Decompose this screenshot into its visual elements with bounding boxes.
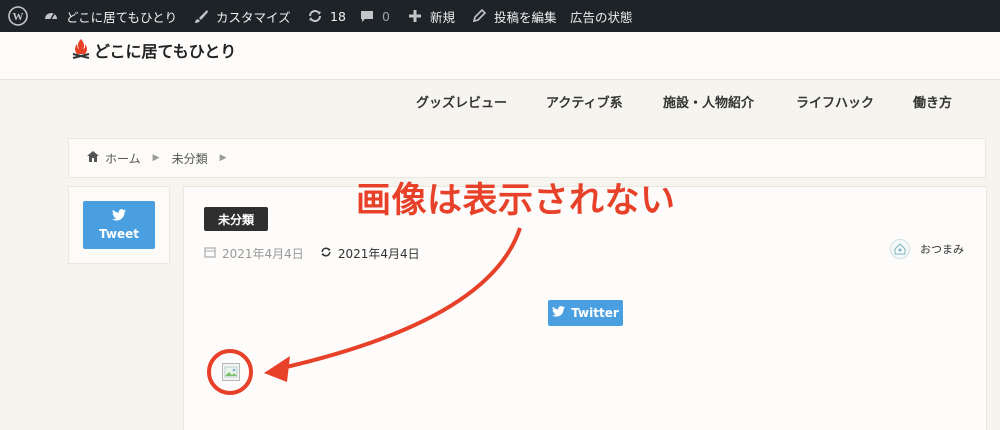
campfire-icon	[70, 37, 92, 63]
updated-date: 2021年4月4日	[337, 247, 420, 261]
comments-count: 0	[382, 8, 390, 24]
twitter-bird-icon	[552, 306, 566, 320]
brush-icon	[192, 7, 210, 25]
annotation-text: 画像は表示されない	[356, 181, 676, 221]
breadcrumb-home[interactable]: ホーム	[105, 150, 141, 167]
edit-post-label: 投稿を編集	[494, 9, 557, 25]
nav-item-lifehack[interactable]: ライフハック	[796, 92, 874, 111]
tweet-button[interactable]: Tweet	[83, 201, 155, 249]
new-label: 新規	[430, 9, 456, 25]
breadcrumb-separator-icon: ▶	[152, 153, 160, 163]
adminbar-site-name[interactable]: どこに居てもひとり	[42, 0, 177, 32]
nav-item-workstyle[interactable]: 働き方	[913, 92, 952, 111]
home-icon	[87, 151, 99, 165]
dashboard-icon	[42, 7, 60, 25]
updates-count: 18	[330, 8, 346, 24]
pencil-icon	[470, 7, 488, 25]
broken-image-icon	[222, 363, 240, 381]
twitter-bird-icon	[112, 209, 126, 224]
site-name-label: どこに居てもひとり	[66, 9, 178, 25]
tweet-label: Tweet	[99, 227, 139, 241]
share-sidebar: Tweet	[68, 186, 170, 264]
svg-text:W: W	[13, 11, 24, 23]
site-header: どこに居てもひとり	[0, 32, 1000, 80]
comment-icon	[358, 7, 376, 25]
adminbar-new[interactable]: 新規	[406, 0, 455, 32]
logo-text: どこに居てもひとり	[94, 42, 237, 61]
plus-icon	[406, 7, 424, 25]
adminbar-customize[interactable]: カスタマイズ	[192, 0, 291, 32]
breadcrumb-category[interactable]: 未分類	[172, 150, 208, 167]
avatar	[890, 239, 910, 259]
category-badge[interactable]: 未分類	[204, 207, 269, 231]
customize-label: カスタマイズ	[216, 9, 291, 25]
nav-item-facility-people[interactable]: 施設・人物紹介	[663, 92, 754, 111]
breadcrumb-separator-icon: ▶	[219, 153, 227, 163]
updates-icon	[306, 7, 324, 25]
nav-item-goods-review[interactable]: グッズレビュー	[416, 92, 507, 111]
global-nav: グッズレビュー アクティブ系 施設・人物紹介 ライフハック 働き方	[0, 80, 1000, 120]
admin-bar: W どこに居てもひとり カスタマイズ 18 0 新規 投稿を編集 広告の状態	[0, 0, 1000, 32]
adminbar-comments[interactable]: 0	[358, 0, 390, 32]
author-name: おつまみ	[920, 243, 964, 256]
calendar-icon	[204, 246, 216, 261]
nav-item-active[interactable]: アクティブ系	[546, 92, 623, 111]
wordpress-logo-icon[interactable]: W	[8, 0, 28, 32]
ad-status-label: 広告の状態	[570, 9, 633, 25]
twitter-label: Twitter	[571, 306, 619, 320]
adminbar-ad-status[interactable]: 広告の状態	[570, 0, 633, 32]
site-logo[interactable]: どこに居てもひとり	[70, 37, 236, 63]
adminbar-edit-post[interactable]: 投稿を編集	[470, 0, 557, 32]
twitter-share-button[interactable]: Twitter	[548, 300, 623, 326]
published-date: 2021年4月4日	[222, 247, 304, 261]
post-meta: 2021年4月4日 2021年4月4日	[204, 245, 420, 262]
refresh-icon	[320, 246, 332, 261]
adminbar-updates[interactable]: 18	[306, 0, 346, 32]
author[interactable]: おつまみ	[890, 239, 964, 259]
